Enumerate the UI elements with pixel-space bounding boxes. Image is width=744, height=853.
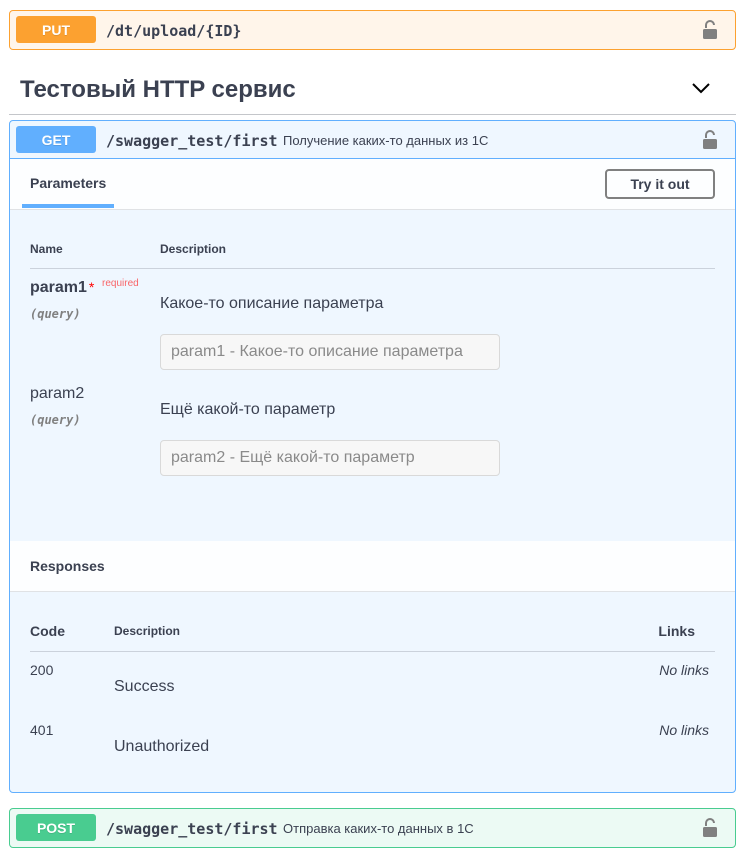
responses-title: Responses [30, 558, 105, 574]
post-method-badge: POST [16, 814, 96, 841]
param1-input[interactable] [160, 334, 500, 370]
parameters-header: Parameters Try it out [10, 159, 735, 210]
unlocked-icon[interactable] [702, 20, 718, 40]
divider [30, 268, 715, 269]
post-summary[interactable]: POST /swagger_test/first Отправка каких-… [10, 809, 735, 847]
put-method-badge: PUT [16, 16, 96, 43]
get-path: /swagger_test/first [106, 132, 278, 150]
col-links-header: Links [658, 623, 695, 639]
param2-input[interactable] [160, 440, 500, 476]
param-name: param2 [30, 385, 85, 402]
col-name-header: Name [30, 242, 63, 256]
param-location: (query) [30, 307, 81, 321]
response-code: 200 [30, 662, 54, 678]
param-name: param1 * [30, 279, 95, 296]
response-code: 401 [30, 722, 54, 738]
post-description: Отправка каких-то данных в 1С [283, 821, 474, 836]
param-description: Какое-то описание параметра [160, 295, 384, 312]
required-star: * [88, 279, 95, 295]
response-description: Unauthorized [114, 738, 210, 755]
response-links: No links [659, 722, 709, 738]
divider [30, 651, 715, 652]
get-summary[interactable]: GET /swagger_test/first Получение каких-… [10, 121, 735, 159]
post-path: /swagger_test/first [106, 820, 278, 838]
param-location: (query) [30, 413, 81, 427]
required-label: required [102, 278, 139, 289]
col-description-header: Description [114, 624, 181, 638]
response-links: No links [659, 662, 709, 678]
tab-active-indicator [22, 204, 114, 208]
unlocked-icon[interactable] [702, 130, 718, 150]
get-method-badge: GET [16, 126, 96, 153]
col-code-header: Code [30, 623, 65, 639]
unlocked-icon[interactable] [702, 818, 718, 838]
put-summary[interactable]: PUT /dt/upload/{ID} [10, 11, 735, 49]
tab-parameters[interactable]: Parameters [22, 159, 114, 207]
get-description: Получение каких-то данных из 1С [283, 133, 489, 148]
post-operation[interactable]: POST /swagger_test/first Отправка каких-… [9, 808, 736, 848]
get-operation: GET /swagger_test/first Получение каких-… [9, 120, 736, 793]
chevron-down-icon[interactable] [692, 82, 710, 94]
col-description-header: Description [160, 242, 227, 256]
try-it-out-button[interactable]: Try it out [605, 169, 715, 199]
put-path: /dt/upload/{ID} [106, 22, 242, 40]
responses-header: Responses [10, 541, 735, 592]
param-description: Ещё какой-то параметр [160, 401, 336, 418]
put-operation[interactable]: PUT /dt/upload/{ID} [9, 10, 736, 50]
tag-section-header[interactable]: Тестовый HTTP сервис [9, 64, 736, 115]
response-description: Success [114, 678, 175, 695]
tag-title: Тестовый HTTP сервис [20, 76, 296, 103]
